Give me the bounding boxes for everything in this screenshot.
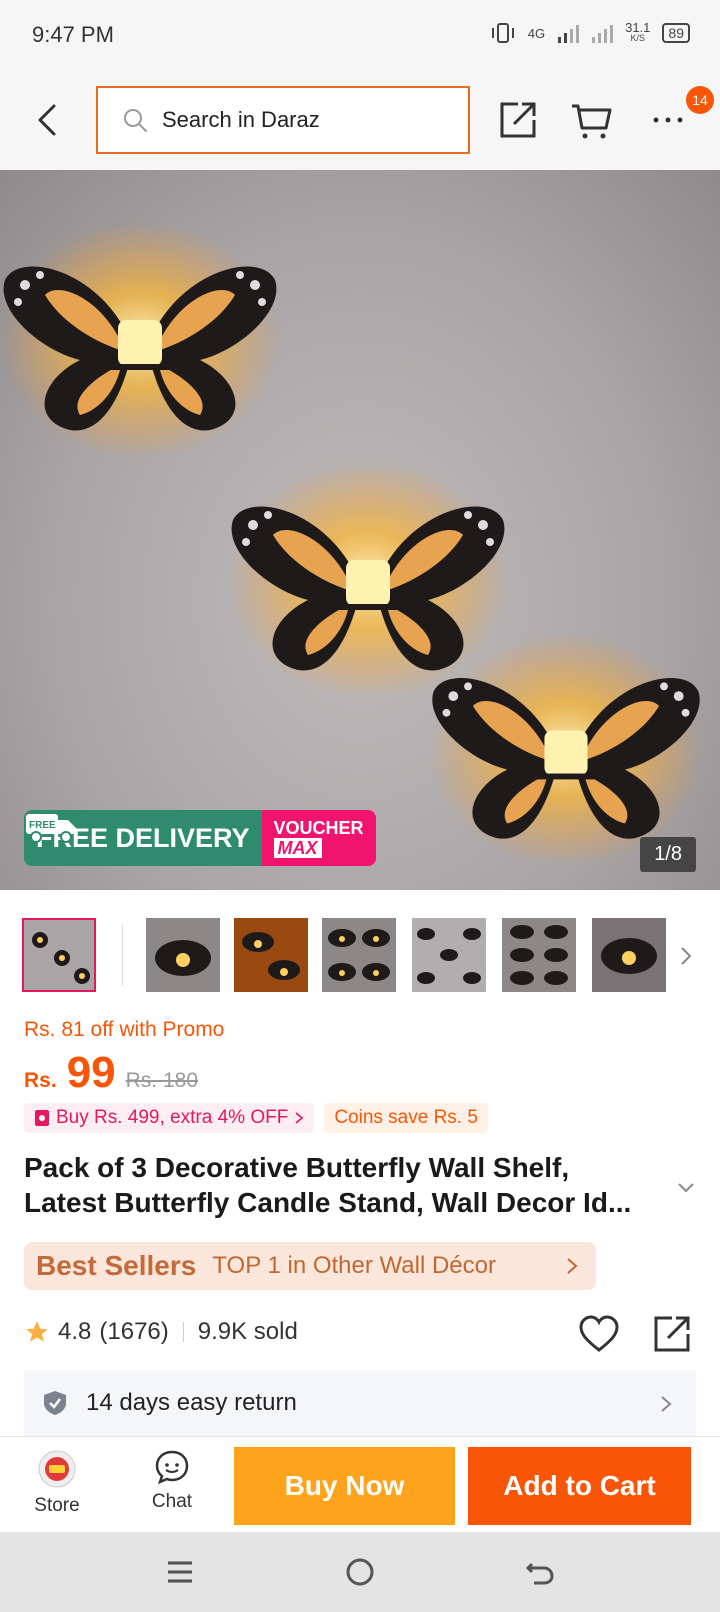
speed-value: 31.1 <box>625 20 651 35</box>
signal-icon <box>558 25 580 43</box>
return-policy-row[interactable]: 14 days easy return <box>24 1370 696 1436</box>
bestseller-banner[interactable]: Best Sellers TOP 1 in Other Wall Décor <box>24 1242 596 1290</box>
chat-label: Chat <box>151 1491 193 1512</box>
system-nav-bar <box>0 1532 720 1612</box>
cart-icon[interactable] <box>570 98 614 142</box>
search-box[interactable] <box>96 86 470 154</box>
chat-button[interactable]: Chat <box>127 1445 217 1527</box>
rating-score: 4.8 <box>58 1318 92 1345</box>
notification-badge: 14 <box>686 86 714 114</box>
rating-row[interactable]: 4.8 (1676) 9.9K sold <box>24 1318 298 1346</box>
bestseller-logo: Best Sellers <box>36 1250 197 1281</box>
rating-count: (1676) <box>99 1318 169 1345</box>
divider <box>182 1322 184 1342</box>
original-price: Rs. 180 <box>125 1069 199 1092</box>
voucher-max-text: MAX <box>273 838 322 858</box>
back-nav-icon[interactable] <box>522 1554 558 1590</box>
voucher-text: VOUCHER <box>273 818 364 838</box>
shield-check-icon <box>44 1391 66 1415</box>
status-icons: 4G 31.1 K/S 89 <box>490 20 690 44</box>
bundle-offer-text: Buy Rs. 499, extra 4% OFF <box>56 1107 289 1128</box>
sold-count: 9.9K sold <box>197 1318 298 1345</box>
product-title-line-2: Latest Butterfly Candle Stand, Wall Deco… <box>24 1187 632 1218</box>
thumbnail-divider <box>122 924 123 986</box>
thumbnail-7[interactable] <box>592 918 666 992</box>
battery-indicator: 89 <box>662 23 690 43</box>
chevron-right-icon <box>661 1396 672 1412</box>
thumbnail-1[interactable] <box>22 918 96 992</box>
heart-icon[interactable] <box>578 1314 620 1356</box>
free-delivery-banner: FREE FREE DELIVERY VOUCHER MAX <box>24 810 376 866</box>
vibrate-icon <box>491 23 514 43</box>
speed-unit: K/S <box>630 33 646 43</box>
back-icon[interactable] <box>28 100 68 140</box>
butterfly-shelves-illustration <box>0 220 704 868</box>
chat-icon <box>155 1450 189 1485</box>
chevron-right-icon <box>295 1112 304 1124</box>
image-counter: 1/8 <box>640 837 696 872</box>
free-delivery-tag: FREE FREE DELIVERY <box>24 810 262 866</box>
delivery-truck-icon: FREE <box>26 814 76 843</box>
price-currency: Rs. <box>24 1069 57 1092</box>
speed-indicator: 31.1 K/S <box>625 20 651 44</box>
chevron-right-icon <box>567 1258 578 1274</box>
star-icon <box>26 1321 48 1342</box>
chevron-down-icon[interactable] <box>676 1180 696 1196</box>
store-button[interactable]: Store <box>12 1445 102 1527</box>
price-row: Rs. 99 Rs. 180 <box>24 1048 198 1098</box>
promo-discount-text: Rs. 81 off with Promo <box>24 1018 225 1041</box>
store-logo-icon <box>38 1450 76 1488</box>
menu-icon[interactable] <box>162 1554 198 1590</box>
search-icon <box>124 109 147 132</box>
bottom-action-bar: Store Chat Buy Now Add to Cart <box>0 1436 720 1532</box>
network-label: 4G <box>527 25 546 41</box>
product-title-line-1: Pack of 3 Decorative Butterfly Wall Shel… <box>24 1152 570 1183</box>
search-input[interactable] <box>162 107 422 133</box>
status-bar: 9:47 PM 4G 31.1 K/S 89 <box>0 0 720 72</box>
bundle-offer-tag[interactable]: Buy Rs. 499, extra 4% OFF <box>24 1103 315 1133</box>
promo-tags: Buy Rs. 499, extra 4% OFF Coins save Rs.… <box>24 1103 488 1133</box>
store-label: Store <box>34 1495 80 1516</box>
thumbnail-5[interactable] <box>412 918 486 992</box>
buy-now-button[interactable]: Buy Now <box>234 1447 455 1525</box>
signal-icon-2 <box>592 25 614 43</box>
thumbnail-2[interactable] <box>146 918 220 992</box>
share-icon[interactable] <box>496 98 540 142</box>
share-icon[interactable] <box>650 1312 694 1356</box>
home-icon[interactable] <box>342 1554 378 1590</box>
coins-tag: Coins save Rs. 5 <box>324 1103 488 1133</box>
thumbnail-strip <box>0 918 720 996</box>
return-policy-text: 14 days easy return <box>86 1389 297 1416</box>
thumbnail-4[interactable] <box>322 918 396 992</box>
voucher-max-tag: VOUCHER MAX <box>261 810 376 866</box>
current-price: 99 <box>66 1048 116 1097</box>
status-time: 9:47 PM <box>32 22 114 47</box>
chevron-right-icon[interactable] <box>676 942 696 970</box>
free-tag-text: FREE <box>29 820 56 831</box>
product-main-image[interactable]: FREE FREE DELIVERY VOUCHER MAX 1/8 <box>0 170 720 890</box>
product-title[interactable]: Pack of 3 Decorative Butterfly Wall Shel… <box>24 1150 664 1220</box>
header: 14 <box>0 72 720 170</box>
more-icon[interactable] <box>648 98 692 142</box>
thumbnail-6[interactable] <box>502 918 576 992</box>
ticket-icon <box>35 1110 49 1126</box>
add-to-cart-button[interactable]: Add to Cart <box>468 1447 691 1525</box>
bestseller-rank: TOP 1 in Other Wall Décor <box>212 1252 496 1279</box>
thumbnail-3[interactable] <box>234 918 308 992</box>
